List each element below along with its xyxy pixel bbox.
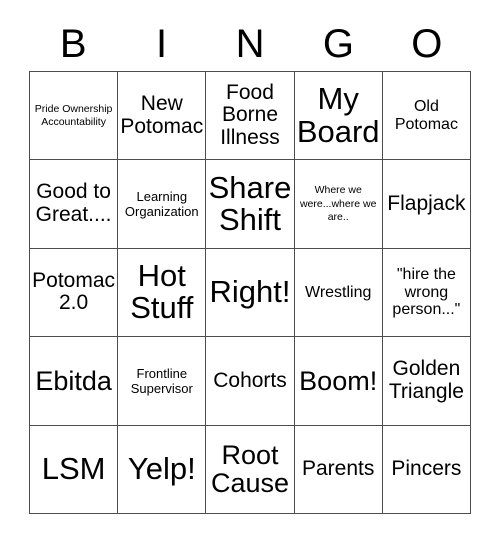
bingo-cell-label: New Potomac [120,92,204,138]
bingo-cell-label: Pride Ownership Accountability [34,102,113,128]
bingo-cell-r1c2[interactable]: New Potomac [118,72,207,161]
bingo-cell-label: Frontline Supervisor [130,365,193,396]
bingo-card: B I N G O Pride Ownership Accountability New … [0,0,500,544]
bingo-cell-r2c2[interactable]: Learning Organization [118,160,207,249]
bingo-cell-r3c5[interactable]: "hire the wrong person..." [382,248,471,338]
bingo-cell-label: Share Shift [208,169,292,238]
bingo-cell-label: Learning Organization [124,188,199,220]
bingo-cell-r2c5[interactable]: Flapjack [382,160,471,249]
bingo-cell-label: Flapjack [387,191,466,215]
bingo-cell-label: Parents [302,456,375,480]
bingo-cell-label: Potomac 2.0 [32,268,116,315]
bingo-cell-r5c1[interactable]: LSM [30,425,119,514]
bingo-cell-label: Right! [209,274,291,310]
bingo-header-row: BINGO [29,18,471,70]
bingo-cell-r5c3[interactable]: Root Cause [206,425,295,514]
bingo-cell-label: Food Borne Illness [220,80,280,150]
bingo-cell-r1c1[interactable]: Pride Ownership Accountability [30,72,119,161]
bingo-cell-label: Old Potomac [394,97,458,133]
bingo-cell-label: Golden Triangle [388,357,464,403]
bingo-cell-r2c3[interactable]: Share Shift [206,160,295,249]
bingo-header-letter-b: B [59,22,87,66]
bingo-cell-r3c1[interactable]: Potomac 2.0 [30,248,119,338]
bingo-cell-r3c4[interactable]: Wrestling [294,248,383,338]
bingo-cell-r5c4[interactable]: Parents [294,425,383,514]
bingo-cell-r4c2[interactable]: Frontline Supervisor [118,337,207,426]
bingo-header-letter-g: G [322,22,354,66]
bingo-cell-label: LSM [41,451,106,487]
bingo-cell-label: Pincers [391,456,462,480]
bingo-cell-r5c5[interactable]: Pincers [382,425,471,514]
bingo-cell-r4c4[interactable]: Boom! [294,337,383,426]
bingo-header-letter-n: N [235,22,265,66]
bingo-grid: Pride Ownership Accountability New Potoma… [29,71,471,514]
bingo-cell-r5c2[interactable]: Yelp! [118,425,207,514]
bingo-cell-label: Cohorts [213,368,287,392]
bingo-cell-r4c5[interactable]: Golden Triangle [382,337,471,426]
bingo-cell-r2c1[interactable]: Good to Great.... [30,160,119,249]
bingo-cell-label: Yelp! [127,451,196,487]
bingo-cell-r2c4[interactable]: Where we were...where we are.. [294,160,383,249]
bingo-cell-label: Boom! [299,365,378,396]
bingo-cell-label: Good to Great.... [35,180,112,227]
bingo-cell-r4c3[interactable]: Cohorts [206,337,295,426]
bingo-cell-r3c3[interactable]: Right! [206,248,295,338]
bingo-cell-label: Where we were...where we are.. [299,184,377,223]
bingo-cell-label: Ebitda [35,365,112,396]
bingo-cell-r1c4[interactable]: My Board [294,72,383,161]
bingo-cell-label: "hire the wrong person..." [392,265,461,319]
bingo-header-letter-o: O [411,22,443,66]
bingo-cell-r1c3[interactable]: Food Borne Illness [206,72,295,161]
bingo-cell-label: Root Cause [210,439,290,499]
bingo-cell-label: My Board [296,81,380,149]
bingo-cell-r3c2[interactable]: Hot Stuff [118,248,207,338]
bingo-cell-label: Hot Stuff [130,258,194,326]
bingo-header-letter-i: I [156,22,168,66]
bingo-cell-r1c5[interactable]: Old Potomac [382,72,471,161]
bingo-cell-r4c1[interactable]: Ebitda [30,337,119,426]
bingo-cell-label: Wrestling [305,283,372,301]
